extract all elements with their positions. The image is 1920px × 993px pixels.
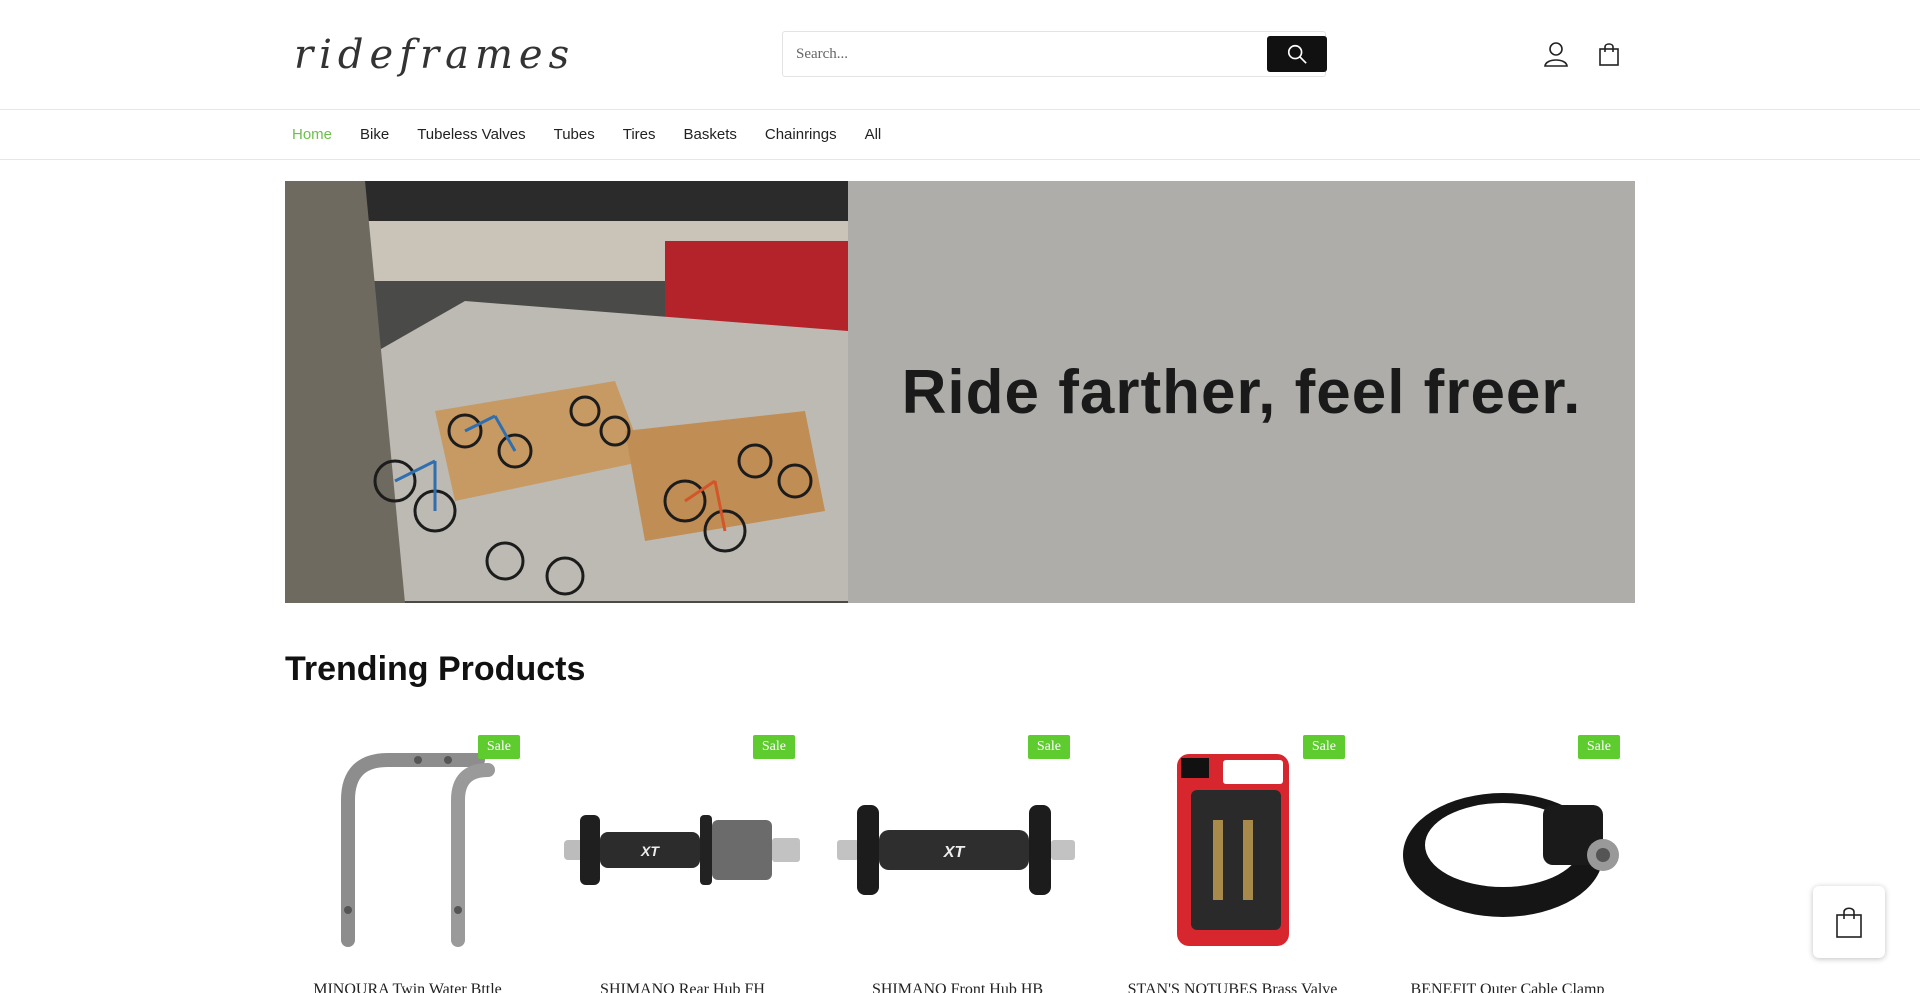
product-image[interactable]: XT [835,730,1080,970]
hero-banner[interactable]: Ride farther, feel freer. [285,181,1635,603]
search-icon [1287,44,1307,64]
product-image[interactable]: XT [560,730,805,970]
product-name[interactable]: SHIMANO Rear Hub FH [560,981,805,993]
sale-badge: Sale [1302,735,1345,759]
site-header: rideframes [0,0,1920,110]
product-name[interactable]: STAN'S NOTUBES Brass Valve [1110,981,1355,993]
product-image[interactable] [1110,730,1355,970]
rear-hub-image: XT [564,815,800,885]
product-grid: Sale MINOURA Twin Water Bttle XT Sale SH… [285,730,1635,993]
floating-cart-button[interactable] [1813,886,1885,958]
shopping-bag-icon [1599,43,1619,66]
product-name[interactable]: MINOURA Twin Water Bttle [285,981,530,993]
valve-package-image [1176,754,1289,946]
nav-item-tires[interactable]: Tires [609,111,670,159]
nav-item-all[interactable]: All [851,111,896,159]
search-input[interactable] [783,32,1263,76]
product-name[interactable]: BENEFIT Outer Cable Clamp [1385,981,1630,993]
cable-clamp-image [1402,793,1619,917]
product-card[interactable]: Sale STAN'S NOTUBES Brass Valve [1110,730,1355,993]
product-image[interactable] [1385,730,1630,970]
product-card[interactable]: XT Sale SHIMANO Rear Hub FH [560,730,805,993]
cart-button[interactable] [1595,40,1623,68]
product-name[interactable]: SHIMANO Front Hub HB [835,981,1080,993]
search-bar [782,31,1327,77]
sale-badge: Sale [1027,735,1070,759]
main-navigation: Home Bike Tubeless Valves Tubes Tires Ba… [0,111,1920,160]
user-icon [1544,42,1568,67]
product-card[interactable]: XT Sale SHIMANO Front Hub HB [835,730,1080,993]
nav-item-tubeless-valves[interactable]: Tubeless Valves [403,111,539,159]
product-image[interactable] [285,730,530,970]
search-button[interactable] [1267,36,1327,72]
nav-item-baskets[interactable]: Baskets [670,111,751,159]
hero-headline: Ride farther, feel freer. [901,357,1582,427]
svg-text:XT: XT [640,843,660,859]
nav-item-home[interactable]: Home [278,111,346,159]
hero-shop-photo [285,181,848,603]
nav-item-chainrings[interactable]: Chainrings [751,111,851,159]
product-card[interactable]: Sale BENEFIT Outer Cable Clamp [1385,730,1630,993]
bottle-cage-image [340,753,495,947]
shopping-bag-icon [1836,907,1862,938]
nav-item-bike[interactable]: Bike [346,111,403,159]
sale-badge: Sale [1577,735,1620,759]
sale-badge: Sale [477,735,520,759]
front-hub-image: XT [837,805,1075,895]
sale-badge: Sale [752,735,795,759]
section-title-trending: Trending Products [285,650,586,688]
nav-item-tubes[interactable]: Tubes [540,111,609,159]
svg-text:XT: XT [943,844,966,861]
account-button[interactable] [1542,40,1570,68]
site-logo[interactable]: rideframes [294,30,569,80]
product-card[interactable]: Sale MINOURA Twin Water Bttle [285,730,530,993]
